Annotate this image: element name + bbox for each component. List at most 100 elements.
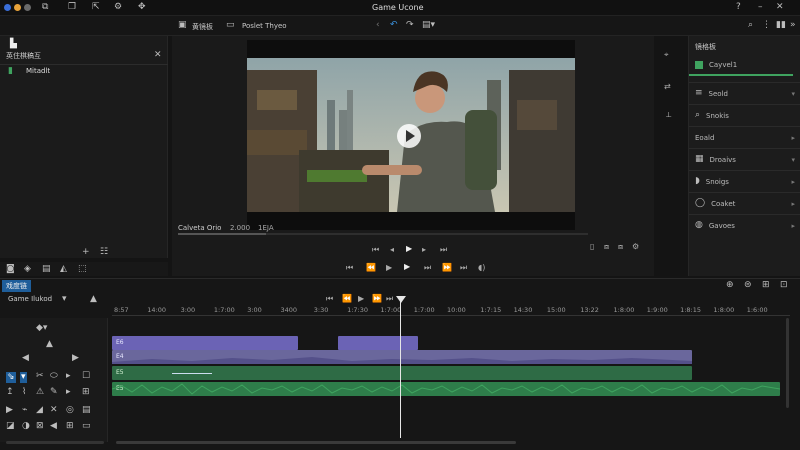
- volume-line[interactable]: [172, 373, 212, 374]
- video-preview[interactable]: [247, 40, 575, 230]
- tab-project[interactable]: Poslet Thyeo: [242, 22, 287, 30]
- solo-icon[interactable]: ⌇: [22, 388, 26, 397]
- text-tool-icon[interactable]: ⊞: [82, 388, 90, 397]
- fast-forward-icon[interactable]: ⏩: [442, 263, 452, 272]
- text-icon[interactable]: ▤: [42, 265, 51, 274]
- play-reverse-icon[interactable]: ▶: [386, 263, 392, 272]
- vertical-scrollbar[interactable]: [786, 318, 789, 408]
- more-icon[interactable]: ⋮: [762, 21, 771, 30]
- audio-track-icon[interactable]: ▶: [6, 406, 13, 415]
- add-icon[interactable]: +: [82, 248, 90, 257]
- audio-clip-long[interactable]: E5: [112, 382, 780, 396]
- select-tool-icon[interactable]: ⇘: [6, 372, 16, 383]
- back-icon[interactable]: ‹: [376, 21, 380, 30]
- timeline-tab[interactable]: 戏度链: [2, 280, 31, 292]
- step-forward-icon[interactable]: ▸: [422, 245, 426, 254]
- minimize-dot-icon[interactable]: [14, 4, 21, 11]
- inspector-item-0[interactable]: Cayvel1: [689, 52, 800, 78]
- ripple-icon[interactable]: ⬭: [50, 372, 58, 381]
- waveform-icon[interactable]: ⌁: [22, 406, 27, 415]
- skip-back-icon[interactable]: ⏮: [372, 245, 379, 255]
- list-view-icon[interactable]: ☷: [100, 248, 108, 257]
- snap-icon[interactable]: ⊕: [726, 281, 734, 290]
- tab-media[interactable]: 黄镜板: [192, 22, 213, 32]
- layout-icon[interactable]: ✥: [138, 3, 146, 12]
- step-back-icon[interactable]: ◂: [390, 245, 394, 254]
- mute-icon[interactable]: ↥: [6, 388, 14, 397]
- inspector-item-2[interactable]: ⌕ Snokis: [689, 104, 800, 126]
- grid-toggle-icon[interactable]: ⊞: [66, 422, 74, 431]
- audio-output-icon[interactable]: ◖): [478, 263, 485, 272]
- slip-icon[interactable]: ▸: [66, 372, 71, 381]
- play-button[interactable]: ▶: [406, 244, 412, 253]
- keyframe-icon[interactable]: ◎: [66, 406, 74, 415]
- record-icon[interactable]: ✕: [50, 406, 58, 415]
- lock-icon[interactable]: ▲: [90, 295, 97, 304]
- minimize-button[interactable]: –: [758, 3, 763, 12]
- crosshair-icon[interactable]: ⌖: [664, 50, 669, 60]
- mark-out-icon[interactable]: ⧈: [618, 242, 623, 252]
- chevron-down-icon[interactable]: ▾: [62, 295, 67, 304]
- inspector-item-6[interactable]: ◯ Coaket ▸: [689, 192, 800, 214]
- close-button[interactable]: ✕: [776, 3, 784, 12]
- track-select-icon[interactable]: ▾: [20, 372, 27, 383]
- close-panel-icon[interactable]: ✕: [154, 51, 162, 60]
- help-icon[interactable]: ?: [736, 3, 741, 12]
- expand-icon[interactable]: »: [790, 21, 796, 30]
- eye-icon[interactable]: ◑: [22, 422, 30, 431]
- timeline-scrollbar[interactable]: [116, 441, 516, 444]
- track-right-icon[interactable]: ▶: [72, 354, 79, 363]
- fx-icon[interactable]: ▤: [82, 406, 91, 415]
- preview-scrub-bar[interactable]: [178, 233, 588, 235]
- bin-item[interactable]: Mitadlt: [26, 67, 50, 75]
- panel-icon[interactable]: ▮▮: [776, 21, 786, 30]
- audio-clip[interactable]: E5: [112, 366, 692, 380]
- target-icon[interactable]: ◀: [50, 422, 57, 431]
- audio-icon[interactable]: ◙: [6, 265, 15, 274]
- volume-icon[interactable]: ▯: [590, 242, 594, 251]
- crop-track-icon[interactable]: ▭: [82, 422, 91, 431]
- view-dropdown-icon[interactable]: ▤▾: [422, 21, 435, 30]
- go-start-icon[interactable]: ⏮: [346, 263, 353, 273]
- tl-skip-forward-icon[interactable]: ⏭: [386, 294, 393, 304]
- header-scrollbar[interactable]: [6, 441, 104, 444]
- playhead-handle[interactable]: [396, 296, 406, 303]
- transform-icon[interactable]: ⇄: [664, 82, 671, 91]
- frame-back-icon[interactable]: ⏪: [366, 263, 376, 272]
- maximize-dot-icon[interactable]: [24, 4, 31, 11]
- track-up-icon[interactable]: ▲: [46, 340, 53, 349]
- warning-icon[interactable]: ⚠: [36, 388, 44, 397]
- tl-skip-back-icon[interactable]: ⏮: [326, 294, 333, 304]
- tl-step-forward-icon[interactable]: ⏩: [372, 294, 382, 303]
- inspector-item-3[interactable]: Eoald ▸: [689, 126, 800, 148]
- tl-play-icon[interactable]: ▶: [358, 294, 364, 303]
- search-icon[interactable]: ⌕: [748, 21, 753, 30]
- tl-step-back-icon[interactable]: ⏪: [342, 294, 352, 303]
- sequence-selector[interactable]: Game Ilukod: [8, 295, 52, 303]
- sync-icon[interactable]: ⊠: [36, 422, 44, 431]
- fullscreen-icon[interactable]: ⚙: [632, 242, 639, 251]
- crop-icon[interactable]: ⟂: [666, 110, 671, 120]
- inspector-item-4[interactable]: ▦ Droaivs ▾: [689, 148, 800, 170]
- video-clip[interactable]: E6: [112, 336, 298, 350]
- track-options-icon[interactable]: ◆▾: [36, 324, 47, 333]
- inspector-item-7[interactable]: ◍ Gavoes ▸: [689, 214, 800, 236]
- hand-icon[interactable]: ☐: [82, 372, 90, 381]
- frame-forward-icon[interactable]: ⏭: [424, 263, 431, 273]
- sidebar-toggle-icon[interactable]: ⧉: [42, 3, 48, 12]
- play-overlay-button[interactable]: [397, 124, 421, 148]
- redo-icon[interactable]: ↷: [406, 21, 414, 30]
- playhead[interactable]: [400, 298, 401, 438]
- volume-track-icon[interactable]: ◢: [36, 406, 43, 415]
- track-left-icon[interactable]: ◀: [22, 354, 29, 363]
- marker-icon[interactable]: ⊞: [762, 281, 770, 290]
- copy-icon[interactable]: ❐: [68, 3, 76, 12]
- effects-icon[interactable]: ◈: [24, 265, 31, 274]
- zoom-icon[interactable]: ▸: [66, 388, 71, 397]
- play-main-button[interactable]: ▶: [404, 262, 410, 271]
- go-end-icon[interactable]: ⏭: [460, 263, 467, 273]
- pen-icon[interactable]: ✎: [50, 388, 58, 397]
- video-clip[interactable]: [338, 336, 418, 350]
- undo-icon[interactable]: ↶: [390, 21, 398, 30]
- settings-icon[interactable]: ⚙: [114, 3, 122, 12]
